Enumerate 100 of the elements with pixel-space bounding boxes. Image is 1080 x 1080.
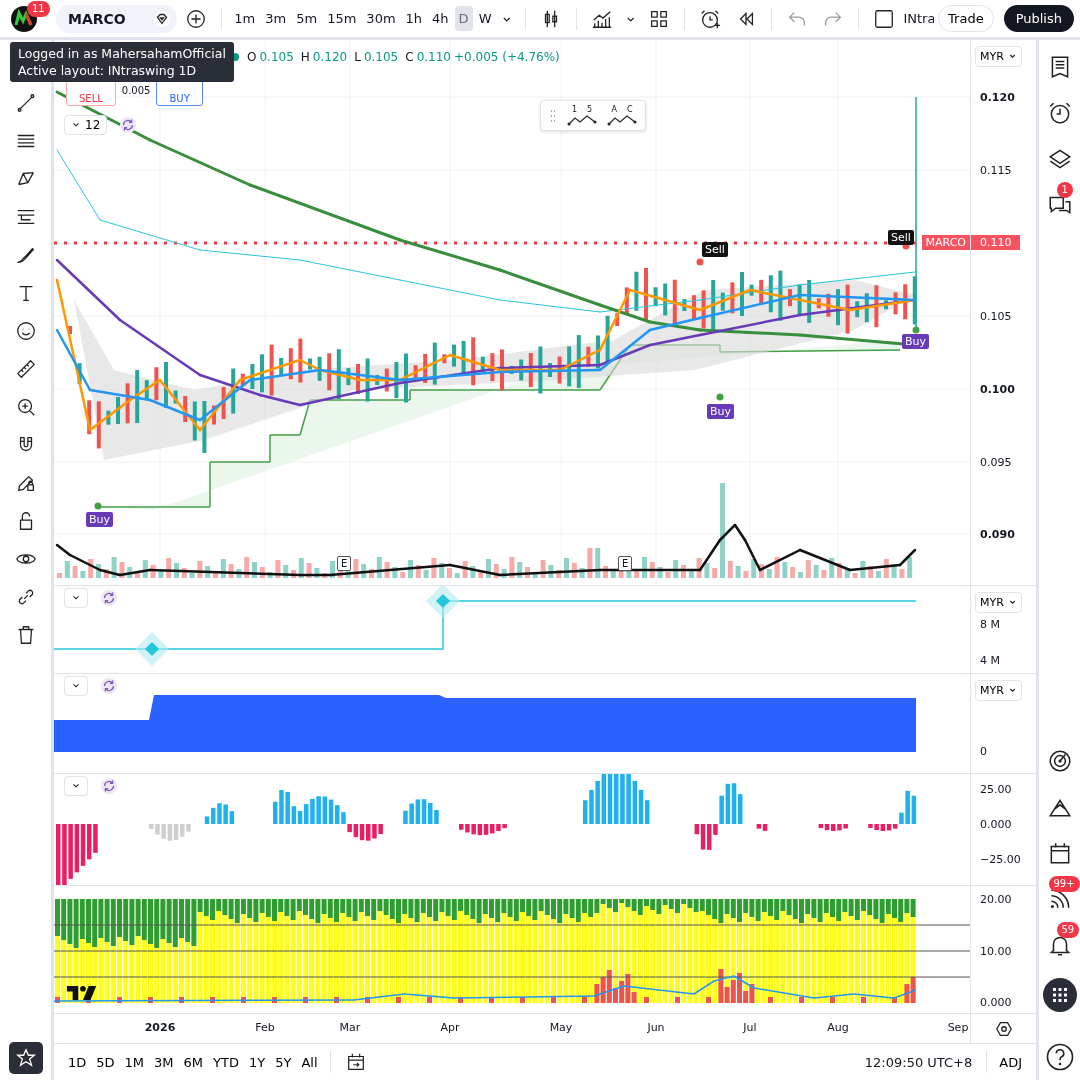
axis-tick-label: 0.100 xyxy=(980,382,1015,396)
ruler-icon[interactable] xyxy=(14,358,37,380)
earnings-marker[interactable]: E xyxy=(618,556,633,571)
range-button[interactable]: 3M xyxy=(150,1050,178,1074)
notification-badge: 99+ xyxy=(1048,876,1080,892)
interval-button[interactable]: 5m xyxy=(292,6,322,31)
interval-button[interactable]: 4h xyxy=(428,6,453,31)
legend-value: 0.120 xyxy=(312,50,348,64)
favorites-button[interactable] xyxy=(8,1042,43,1074)
add-icon[interactable] xyxy=(185,7,208,30)
star-icon xyxy=(14,1047,37,1069)
layout-name[interactable]: INtra xyxy=(903,11,935,26)
legend-label: C xyxy=(405,50,414,64)
refresh-icon[interactable] xyxy=(100,589,118,607)
publish-button[interactable]: Publish xyxy=(1003,5,1074,32)
interval-button[interactable]: D xyxy=(454,6,473,31)
time-axis-label: 2026 xyxy=(144,1021,176,1034)
interval-button[interactable]: 1m xyxy=(230,6,260,31)
trade-button[interactable]: Trade xyxy=(938,5,994,32)
axis-tick-label: 0.115 xyxy=(980,163,1012,177)
axis-tick-label: 0.120 xyxy=(980,90,1015,104)
adjustment-button[interactable]: ADJ xyxy=(995,1050,1026,1074)
legend-label: O xyxy=(247,50,257,64)
notification-badge: 59 xyxy=(1056,922,1080,938)
symbol-name: MARCO xyxy=(68,10,126,27)
range-button[interactable]: 6M xyxy=(179,1050,208,1074)
interval-button[interactable]: 3m xyxy=(261,6,291,31)
interval-button[interactable]: 1h xyxy=(401,6,427,31)
legend-value: 0.105 xyxy=(259,50,294,64)
symbol-search[interactable]: MARCO xyxy=(56,4,178,33)
signal-dot xyxy=(912,326,920,334)
help-icon[interactable] xyxy=(1044,1042,1075,1072)
drag-handle-icon[interactable] xyxy=(549,108,557,123)
range-button[interactable]: 1M xyxy=(120,1050,149,1074)
wave-tool-button[interactable]: 1 5 xyxy=(567,105,597,126)
signal-label: Buy xyxy=(86,512,114,527)
axis-tick-label: 0 xyxy=(980,744,987,758)
time-axis-label: Feb xyxy=(255,1021,275,1034)
chevron-down-icon xyxy=(1007,52,1017,61)
clock-text[interactable]: 12:09:50 UTC+8 xyxy=(864,1054,973,1070)
tooltip-text: Logged in as MahersahamOfficial xyxy=(18,46,226,61)
range-button[interactable]: 5Y xyxy=(271,1050,296,1074)
settings-icon[interactable] xyxy=(994,1019,1013,1038)
range-button[interactable]: YTD xyxy=(209,1050,243,1074)
range-button[interactable]: All xyxy=(297,1050,322,1074)
chevron-down-icon xyxy=(1007,686,1017,695)
currency-button[interactable]: MYR xyxy=(975,46,1022,67)
legend-value: 0.110 xyxy=(416,50,451,64)
axis-tick-label: −25.00 xyxy=(980,852,1021,866)
interval-button[interactable]: 30m xyxy=(362,6,400,31)
currency-button[interactable]: MYR xyxy=(975,680,1022,701)
range-button[interactable]: 1D xyxy=(64,1050,91,1074)
axis-tick-label: 25.00 xyxy=(980,782,1012,796)
time-axis-label: Mar xyxy=(339,1021,361,1034)
axis-tick-label: 0.000 xyxy=(980,995,1012,1009)
signal-label: Sell xyxy=(888,230,914,245)
square-icon[interactable] xyxy=(873,7,896,30)
symbol-tag: MARCO xyxy=(921,235,970,250)
axis-tick-label: 0.105 xyxy=(980,309,1012,323)
notification-badge: 1 xyxy=(1056,182,1073,198)
signal-dot xyxy=(94,502,102,510)
signal-dot xyxy=(716,393,724,401)
axis-tick-label: 0.095 xyxy=(980,455,1012,469)
time-axis-label: May xyxy=(549,1021,573,1034)
apps-grid-icon[interactable] xyxy=(1042,978,1077,1012)
time-axis-label: Jul xyxy=(743,1021,757,1034)
tooltip-text: Active layout: INtraswing 1D xyxy=(18,63,198,78)
refresh-icon[interactable] xyxy=(100,677,118,695)
signal-label: Sell xyxy=(702,242,728,257)
spread-value: 0.005 xyxy=(121,85,151,96)
refresh-icon[interactable] xyxy=(119,116,138,134)
legend-value: 0.105 xyxy=(363,50,399,64)
signal-dot xyxy=(696,258,704,266)
currency-button[interactable]: MYR xyxy=(975,592,1022,613)
signal-label: Buy xyxy=(707,404,735,419)
price-tag: 0.110 xyxy=(971,235,1020,250)
earnings-marker[interactable]: E xyxy=(337,556,352,571)
time-axis-label: Jun xyxy=(647,1021,665,1034)
time-axis-label: Aug xyxy=(827,1021,849,1034)
axis-tick-label: 4 M xyxy=(980,653,1000,667)
signal-label: Buy xyxy=(902,334,930,349)
refresh-icon[interactable] xyxy=(100,777,118,795)
interval-button[interactable]: 15m xyxy=(323,6,361,31)
legend-label: L xyxy=(354,50,361,64)
smiley-icon[interactable] xyxy=(14,320,37,342)
chevron-down-icon xyxy=(1007,598,1017,607)
axis-tick-label: 20.00 xyxy=(980,892,1012,906)
interval-button[interactable]: W xyxy=(474,6,496,31)
indicator-collapse-button[interactable]: 12 xyxy=(64,115,108,135)
axis-tick-label: 8 M xyxy=(980,617,1000,631)
axis-tick-label: 10.00 xyxy=(980,944,1012,958)
range-button[interactable]: 5D xyxy=(92,1050,119,1074)
legend-change: +0.005 (+4.76%) xyxy=(454,50,560,64)
time-axis-label: Apr xyxy=(440,1021,460,1034)
axis-tick-label: 0.000 xyxy=(980,817,1012,831)
legend-label: H xyxy=(300,50,310,64)
wave-tool-button[interactable]: A C xyxy=(607,105,637,126)
range-button[interactable]: 1Y xyxy=(244,1050,270,1074)
axis-tick-label: 0.090 xyxy=(980,527,1015,541)
time-axis-label: Sep xyxy=(947,1021,969,1034)
